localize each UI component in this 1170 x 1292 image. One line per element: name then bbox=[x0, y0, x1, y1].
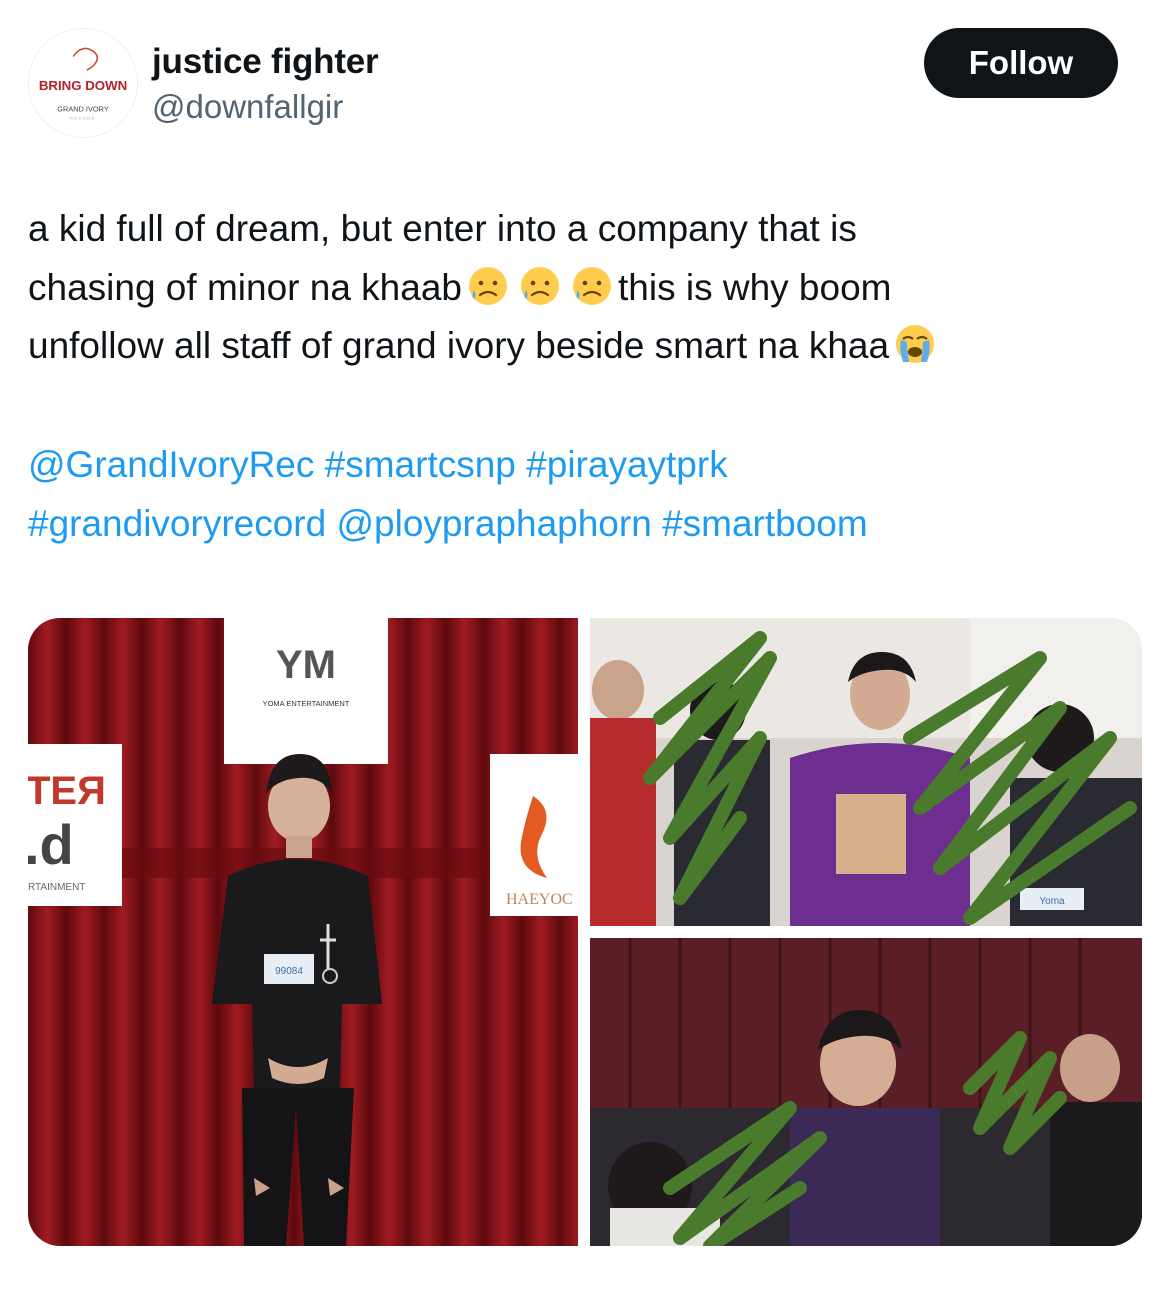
left-sign-text-1: TEЯ bbox=[28, 769, 106, 813]
photo-audition-portrait[interactable]: YM YOMA ENTERTAINMENT TEЯ .d RTAINMENT H… bbox=[28, 618, 578, 1246]
avatar-logo-bottom-text: GRAND IVORY bbox=[57, 104, 108, 113]
left-sign-text-2: .d bbox=[28, 813, 74, 876]
tweet-line-2-text: chasing of minor na khaab bbox=[28, 266, 462, 308]
right-sign-text: HAEYOC bbox=[506, 891, 573, 908]
photo-group-seated-top[interactable]: Yoma bbox=[590, 618, 1142, 926]
sad-tear-face-emoji-icon bbox=[466, 264, 510, 308]
tweet-line-1: a kid full of dream, but enter into a co… bbox=[28, 208, 857, 249]
follow-button[interactable]: Follow bbox=[924, 28, 1118, 98]
loudly-crying-face-emoji-icon bbox=[893, 322, 937, 366]
sad-tear-face-emoji-icon bbox=[570, 264, 614, 308]
author-display-name[interactable]: justice fighter bbox=[152, 42, 379, 82]
left-sign-text-3: RTAINMENT bbox=[28, 882, 85, 893]
tweet-text: a kid full of dream, but enter into a co… bbox=[28, 200, 1138, 376]
photo-group-seated-bottom[interactable] bbox=[590, 938, 1142, 1246]
avatar-logo-sub-text: RECORD bbox=[70, 115, 96, 120]
yoma-logo-text: YM bbox=[276, 643, 336, 687]
yoma-sign-text: YOMA ENTERTAINMENT bbox=[263, 699, 350, 708]
tweet-line-2: chasing of minor na khaab this is why boo… bbox=[28, 259, 1138, 318]
author-avatar[interactable]: BRING DOWN GRAND IVORY RECORD bbox=[28, 28, 138, 138]
audition-number-text: 99084 bbox=[275, 966, 303, 977]
mention-grandivoryrec-link[interactable]: @GrandIvoryRec bbox=[28, 444, 314, 485]
avatar-logo: BRING DOWN GRAND IVORY RECORD bbox=[29, 29, 137, 137]
author-handle[interactable]: @downfallgir bbox=[152, 88, 343, 126]
tags-line-2: #grandivoryrecord @ploypraphaphorn #smar… bbox=[28, 495, 1138, 554]
sad-tear-face-emoji-icon bbox=[518, 264, 562, 308]
mention-ploypraphaphorn-link[interactable]: @ploypraphaphorn bbox=[337, 503, 652, 544]
hashtag-pirayaytprk-link[interactable]: #pirayaytprk bbox=[526, 444, 728, 485]
hashtag-smartcsnp-link[interactable]: #smartcsnp bbox=[325, 444, 516, 485]
tweet-line-2-tail: this is why boom bbox=[618, 266, 892, 308]
tweet-line-3: unfollow all staff of grand ivory beside… bbox=[28, 317, 1138, 376]
hashtag-smartboom-link[interactable]: #smartboom bbox=[662, 503, 868, 544]
badge-text: Yoma bbox=[1039, 896, 1065, 907]
tweet-line-3-text: unfollow all staff of grand ivory beside… bbox=[28, 325, 890, 366]
tweet-tags: @GrandIvoryRec #smartcsnp #pirayaytprk #… bbox=[28, 436, 1138, 553]
avatar-logo-top-text: BRING DOWN bbox=[39, 78, 127, 93]
tags-line-1: @GrandIvoryRec #smartcsnp #pirayaytprk bbox=[28, 436, 1138, 495]
media-grid: YM YOMA ENTERTAINMENT TEЯ .d RTAINMENT H… bbox=[28, 618, 1142, 1246]
hashtag-grandivoryrecord-link[interactable]: #grandivoryrecord bbox=[28, 503, 326, 544]
